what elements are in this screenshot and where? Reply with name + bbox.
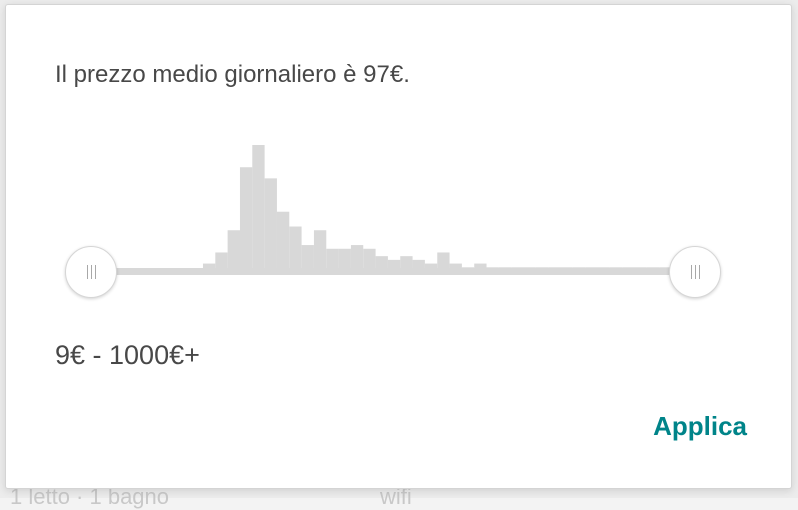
max-price-handle[interactable] (669, 246, 721, 298)
histogram-bar (227, 230, 240, 271)
histogram-bar (289, 226, 302, 271)
histogram-bar (264, 178, 277, 271)
price-filter-popover: Il prezzo medio giornaliero è 97€. 9€ - … (5, 4, 792, 489)
apply-button[interactable]: Applica (653, 411, 747, 442)
grip-lines-icon (690, 265, 700, 279)
price-slider-track[interactable] (92, 268, 696, 275)
histogram-bar (252, 145, 265, 271)
price-range-label: 9€ - 1000€+ (55, 340, 200, 370)
histogram-bar (239, 167, 253, 271)
histogram-bar (313, 230, 327, 271)
histogram-bar (276, 211, 290, 271)
grip-lines-icon (86, 265, 96, 279)
min-price-handle[interactable] (65, 246, 117, 298)
